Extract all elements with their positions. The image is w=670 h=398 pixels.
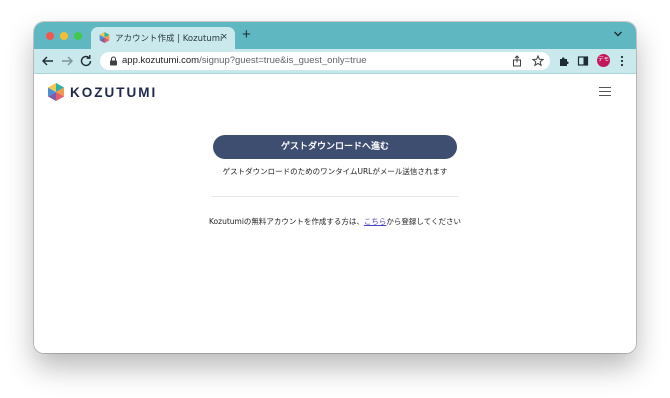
logo-text[interactable]: KOZUTUMI: [70, 85, 157, 100]
tab-close-button[interactable]: ×: [221, 30, 227, 44]
tab-active[interactable]: アカウント作成 | Kozutumi ×: [91, 27, 235, 49]
tab-title: アカウント作成 | Kozutumi: [115, 34, 223, 44]
browser-toolbar: app.kozutumi.com/signup?guest=true&is_gu…: [34, 49, 636, 74]
guest-download-note: ゲストダウンロードのためのワンタイムURLがメール送信されます: [222, 167, 448, 176]
reload-icon: [80, 55, 92, 67]
arrow-left-icon: [42, 56, 53, 66]
share-icon[interactable]: [511, 55, 523, 67]
star-icon[interactable]: [532, 55, 544, 67]
divider: [212, 196, 458, 197]
signup-suffix: から登録してください: [386, 217, 461, 226]
chevron-down-icon[interactable]: [612, 28, 624, 40]
guest-download-button[interactable]: ゲストダウンロードへ進む: [213, 135, 457, 159]
forward-button[interactable]: [59, 53, 75, 69]
hamburger-menu-icon[interactable]: [599, 87, 611, 97]
browser-window: アカウント作成 | Kozutumi × + app.kozutumi.com/…: [34, 22, 636, 353]
side-panel-icon[interactable]: [577, 55, 589, 67]
url-text[interactable]: app.kozutumi.com/signup?guest=true&is_gu…: [122, 55, 367, 66]
signup-text: Kozutumiの無料アカウントを作成する方は、こちらから登録してください: [34, 216, 636, 227]
page-content: KOZUTUMI ゲストダウンロードへ進む ゲストダウンロードのためのワンタイム…: [34, 74, 636, 353]
tab-bar: アカウント作成 | Kozutumi × +: [34, 22, 636, 49]
kozutumi-logo-icon[interactable]: [48, 83, 64, 101]
kozutumi-favicon-icon: [99, 32, 110, 43]
more-options-icon[interactable]: [619, 55, 625, 67]
address-bar[interactable]: app.kozutumi.com/signup?guest=true&is_gu…: [100, 52, 550, 70]
new-tab-button[interactable]: +: [242, 25, 251, 45]
lock-icon[interactable]: [109, 56, 118, 66]
back-button[interactable]: [40, 53, 56, 69]
arrow-right-icon: [62, 56, 73, 66]
profile-avatar[interactable]: デモ: [597, 54, 610, 67]
puzzle-icon[interactable]: [558, 55, 570, 67]
reload-button[interactable]: [78, 53, 94, 69]
signup-prefix: Kozutumiの無料アカウントを作成する方は、: [209, 217, 364, 226]
minimize-window-button[interactable]: [60, 32, 68, 40]
maximize-window-button[interactable]: [74, 32, 82, 40]
signup-link[interactable]: こちら: [364, 217, 387, 226]
close-window-button[interactable]: [46, 32, 54, 40]
